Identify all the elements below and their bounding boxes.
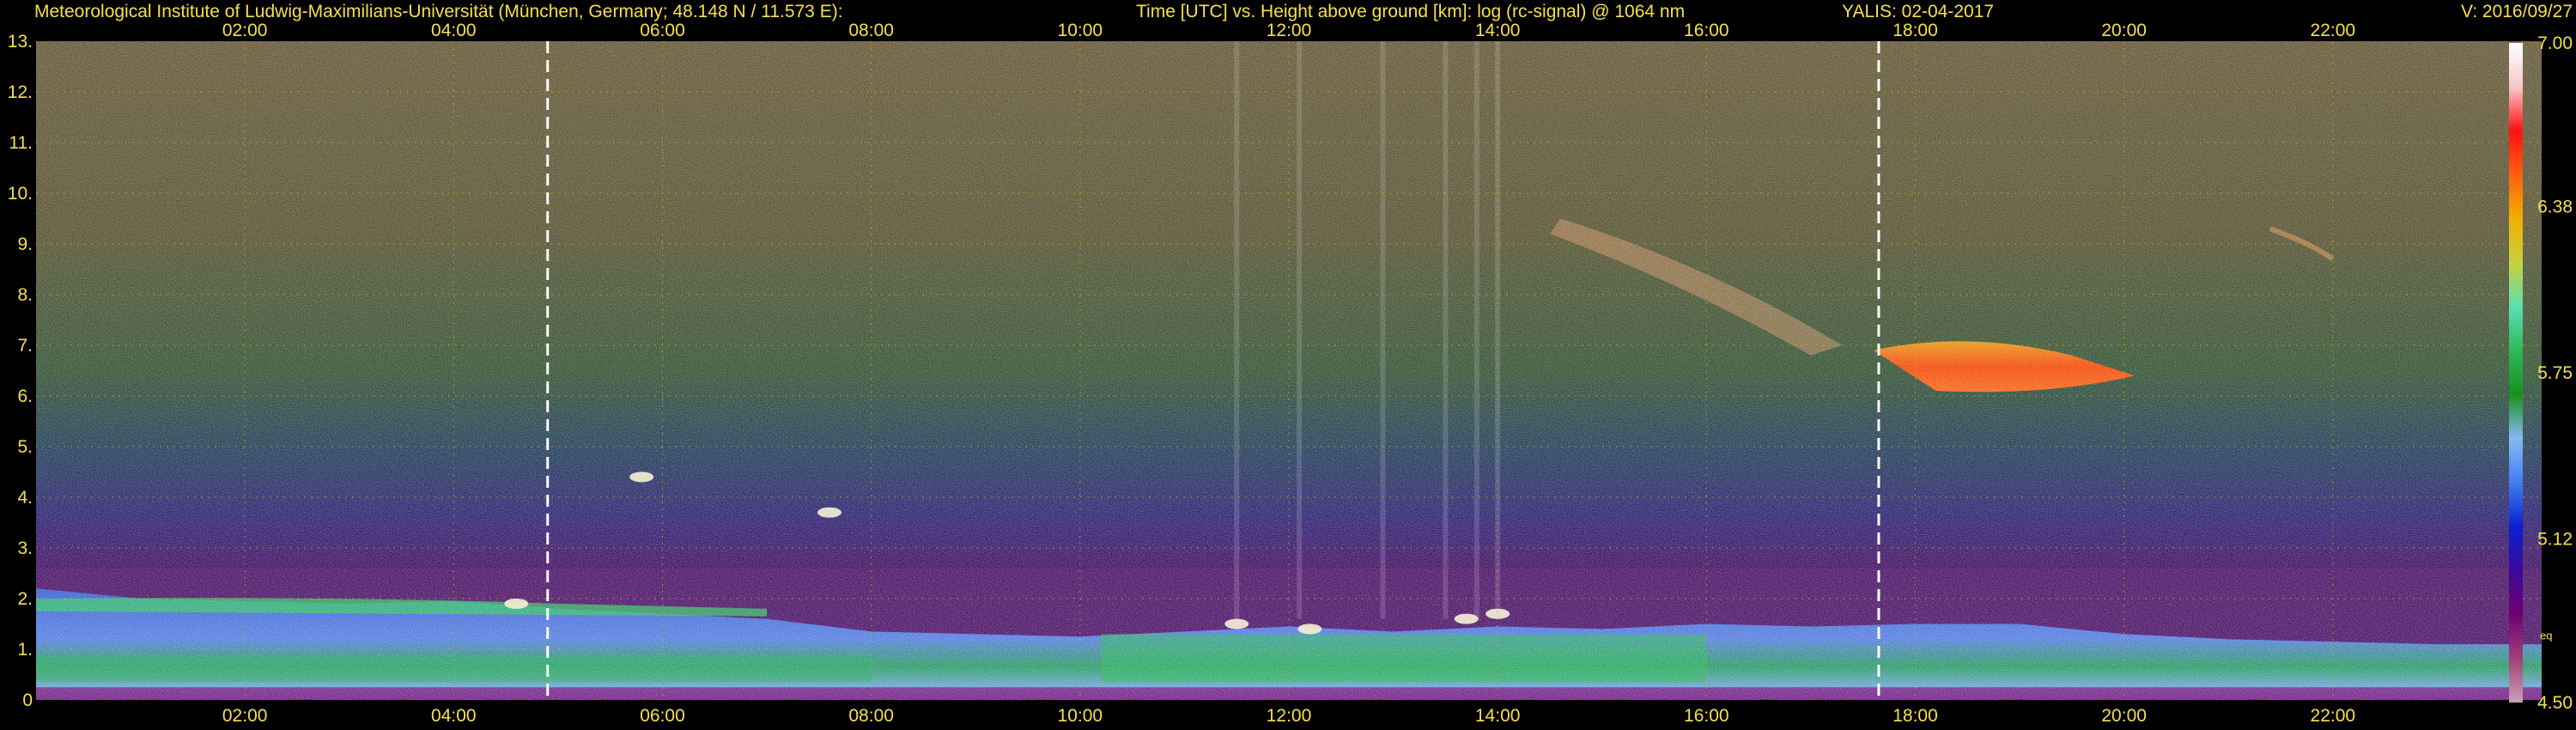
y-tick-label: 10. <box>8 184 33 204</box>
y-tick-label: 7. <box>17 336 33 356</box>
lidar-quicklook-chart: Meteorological Institute of Ludwig-Maxim… <box>8 2 2573 726</box>
y-tick-label: 5. <box>17 437 33 457</box>
x-axis-ticks-bottom: 02:00 04:00 06:00 08:00 10:00 12:00 14:00 16:00… <box>222 706 2355 726</box>
x-tick-label-top: 10:00 <box>1058 21 1103 40</box>
x-tick-label-top: 14:00 <box>1475 21 1521 40</box>
x-tick-label-bottom: 20:00 <box>2101 706 2147 726</box>
y-tick-label: 8. <box>17 285 33 305</box>
x-tick-label-bottom: 12:00 <box>1267 706 1312 726</box>
x-tick-label-top: 02:00 <box>222 21 268 40</box>
plot-area <box>36 41 2542 700</box>
x-axis-ticks-top: 02:00 04:00 06:00 08:00 10:00 12:00 14:00 16:00… <box>222 21 2355 40</box>
x-tick-label-bottom: 22:00 <box>2311 706 2356 726</box>
x-tick-label-top: 06:00 <box>640 21 685 40</box>
y-tick-label: 11. <box>9 133 33 153</box>
x-tick-label-bottom: 10:00 <box>1058 706 1103 726</box>
y-tick-label: 12. <box>8 82 33 102</box>
colorbar-label: 6.38 <box>2537 197 2573 216</box>
x-tick-label-bottom: 06:00 <box>640 706 685 726</box>
y-tick-label: 9. <box>17 234 33 254</box>
y-tick-label: 1. <box>17 640 33 660</box>
x-tick-label-top: 18:00 <box>1893 21 1938 40</box>
x-tick-label-bottom: 08:00 <box>848 706 894 726</box>
header-station-date: YALIS: 02-04-2017 <box>1842 2 1994 21</box>
y-axis-ticks: 0 1. 2. 3. 4. 5. 6. 7. 8. 9. 10. 11. 12. 13. <box>8 32 33 710</box>
x-tick-label-bottom: 04:00 <box>431 706 477 726</box>
x-tick-label-bottom: 02:00 <box>222 706 268 726</box>
x-tick-label-bottom: 18:00 <box>1893 706 1938 726</box>
y-tick-label: 6. <box>17 386 33 406</box>
x-tick-label-top: 16:00 <box>1684 21 1729 40</box>
x-tick-label-top: 08:00 <box>848 21 894 40</box>
header-version: V: 2016/09/27 <box>2461 2 2573 21</box>
x-tick-label-top: 04:00 <box>431 21 477 40</box>
colorbar-labels: 7.00 6.38 5.75 5.12 4.50 <box>2537 33 2573 713</box>
y-tick-label: 2. <box>17 589 33 609</box>
x-tick-label-bottom: 14:00 <box>1475 706 1521 726</box>
x-tick-label-bottom: 16:00 <box>1684 706 1729 726</box>
x-tick-label-top: 20:00 <box>2101 21 2147 40</box>
y-tick-label: 13. <box>8 32 33 52</box>
header-institute: Meteorological Institute of Ludwig-Maxim… <box>34 2 843 21</box>
x-tick-label-top: 12:00 <box>1267 21 1312 40</box>
colorbar-label: 4.50 <box>2537 693 2573 713</box>
colorbar-scale <box>2509 43 2523 703</box>
colorbar-label: 7.00 <box>2537 33 2573 53</box>
y-tick-label: 0 <box>22 690 33 710</box>
y-tick-label: 4. <box>17 488 33 508</box>
header-description: Time [UTC] vs. Height above ground [km]:… <box>1136 2 1685 21</box>
x-tick-label-top: 22:00 <box>2311 21 2356 40</box>
noise-texture <box>36 41 2542 700</box>
y-tick-label: 3. <box>17 538 33 558</box>
colorbar-label: 5.12 <box>2537 530 2573 550</box>
colorbar-label: 5.75 <box>2537 363 2573 383</box>
colorbar-note: eq <box>2540 629 2552 642</box>
